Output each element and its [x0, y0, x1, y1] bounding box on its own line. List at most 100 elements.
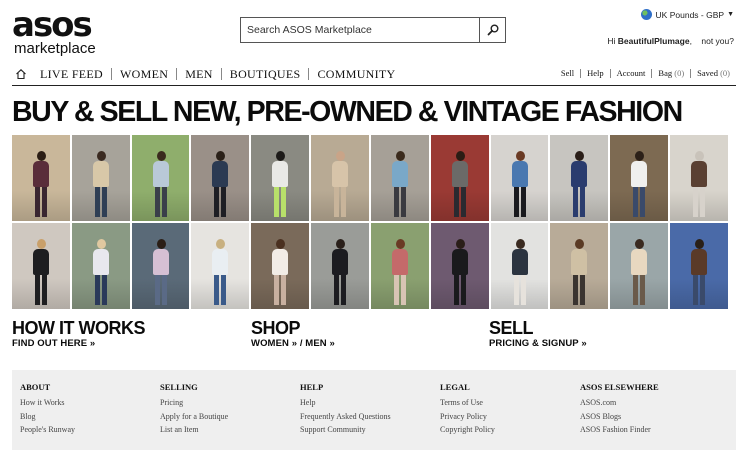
footer-link[interactable]: Apply for a Boutique: [160, 410, 228, 424]
fashion-photo-tile[interactable]: [670, 135, 728, 221]
model-figure: [92, 239, 110, 305]
fashion-photo-tile[interactable]: [131, 223, 190, 309]
home-icon[interactable]: [12, 65, 30, 83]
footer-link[interactable]: Support Community: [300, 423, 391, 437]
footer-col-asos-elsewhere: ASOS ELSEWHERE ASOS.com ASOS Blogs ASOS …: [580, 382, 659, 437]
not-you-link[interactable]: not you?: [701, 36, 734, 46]
footer-link[interactable]: ASOS.com: [580, 396, 659, 410]
nav-community[interactable]: COMMUNITY: [308, 67, 403, 80]
footer-heading: ASOS ELSEWHERE: [580, 382, 659, 392]
model-figure: [570, 239, 588, 305]
footer-link[interactable]: People's Runway: [20, 423, 75, 437]
model-figure: [152, 151, 170, 217]
model-figure: [152, 239, 170, 305]
fashion-photo-tile[interactable]: [191, 223, 250, 309]
model-figure: [211, 239, 229, 305]
fashion-photo-tile[interactable]: [430, 135, 489, 221]
model-figure: [391, 239, 409, 305]
model-figure: [32, 151, 50, 217]
fashion-photo-tile[interactable]: [12, 223, 70, 309]
logo-wordmark: asos: [12, 5, 93, 45]
globe-icon: [640, 9, 652, 20]
search-button[interactable]: [479, 18, 505, 42]
sell-section: SELL PRICING & SIGNUP »: [489, 318, 587, 349]
search-box: [240, 17, 506, 43]
footer-link[interactable]: List an Item: [160, 423, 228, 437]
model-figure: [451, 151, 469, 217]
greeting-prefix: Hi: [607, 36, 618, 46]
nav-account[interactable]: Account: [609, 69, 652, 78]
currency-label: UK Pounds - GBP: [655, 9, 725, 20]
footer-link[interactable]: Blog: [20, 410, 75, 424]
find-out-here-link[interactable]: FIND OUT HERE »: [12, 338, 145, 349]
nav-live-feed[interactable]: LIVE FEED: [34, 68, 111, 80]
pricing-signup-link[interactable]: PRICING & SIGNUP »: [489, 338, 587, 349]
model-figure: [331, 151, 349, 217]
fashion-photo-tile[interactable]: [670, 223, 728, 309]
footer-link[interactable]: Copyright Policy: [440, 423, 495, 437]
nav-help[interactable]: Help: [580, 69, 610, 78]
fashion-photo-tile[interactable]: [490, 223, 549, 309]
footer-heading: SELLING: [160, 382, 198, 392]
footer-link[interactable]: Pricing: [160, 396, 228, 410]
fashion-photo-tile[interactable]: [12, 135, 70, 221]
nav-saved[interactable]: Saved (0): [690, 69, 736, 78]
nav-bag[interactable]: Bag (0): [651, 69, 690, 78]
fashion-photo-tile[interactable]: [550, 135, 609, 221]
fashion-photo-tile[interactable]: [370, 135, 429, 221]
fashion-photo-tile[interactable]: [131, 135, 190, 221]
currency-selector[interactable]: UK Pounds - GBP ▼: [640, 9, 734, 20]
footer-col-selling: SELLING Pricing Apply for a Boutique Lis…: [160, 382, 228, 437]
fashion-photo-tile[interactable]: [370, 223, 429, 309]
search-input[interactable]: [241, 19, 479, 41]
model-figure: [32, 239, 50, 305]
shop-section: SHOP WOMEN » / MEN »: [251, 318, 335, 349]
footer-col-about: ABOUT How it Works Blog People's Runway: [20, 382, 75, 437]
fashion-photo-tile[interactable]: [251, 223, 310, 309]
model-figure: [570, 151, 588, 217]
user-greeting: Hi BeautifulPlumage, not you?: [607, 36, 734, 46]
chevron-down-icon: ▼: [727, 11, 734, 18]
fashion-photo-tile[interactable]: [610, 135, 669, 221]
shop-women-men-links[interactable]: WOMEN » / MEN »: [251, 338, 335, 349]
saved-count: (0): [720, 68, 730, 78]
fashion-photo-tile[interactable]: [191, 135, 250, 221]
footer-link[interactable]: ASOS Blogs: [580, 410, 659, 424]
footer-heading: HELP: [300, 382, 324, 392]
footer-link[interactable]: Terms of Use: [440, 396, 495, 410]
nav-sell[interactable]: Sell: [555, 69, 580, 78]
footer-link[interactable]: Help: [300, 396, 391, 410]
hero-headline: BUY & SELL NEW, PRE-OWNED & VINTAGE FASH…: [12, 96, 683, 128]
fashion-photo-tile[interactable]: [71, 223, 130, 309]
fashion-photo-tile[interactable]: [610, 223, 669, 309]
fashion-photo-tile[interactable]: [251, 135, 310, 221]
footer-link[interactable]: How it Works: [20, 396, 75, 410]
footer-link[interactable]: ASOS Fashion Finder: [580, 423, 659, 437]
nav-boutiques[interactable]: BOUTIQUES: [220, 67, 309, 80]
asos-marketplace-logo[interactable]: asos marketplace: [12, 8, 112, 58]
footer-col-help: HELP Help Frequently Asked Questions Sup…: [300, 382, 391, 437]
footer-col-legal: LEGAL Terms of Use Privacy Policy Copyri…: [440, 382, 495, 437]
nav-men[interactable]: MEN: [176, 67, 221, 80]
fashion-photo-tile[interactable]: [311, 223, 369, 309]
fashion-photo-tile[interactable]: [550, 223, 609, 309]
fashion-photo-tile[interactable]: [71, 135, 130, 221]
logo-subtitle: marketplace: [14, 40, 96, 57]
footer-link[interactable]: Privacy Policy: [440, 410, 495, 424]
model-figure: [511, 151, 529, 217]
model-figure: [630, 151, 648, 217]
how-it-works-title: HOW IT WORKS: [12, 318, 145, 338]
sell-title: SELL: [489, 318, 534, 338]
fashion-photo-tile[interactable]: [490, 135, 549, 221]
fashion-photo-tile[interactable]: [311, 135, 369, 221]
footer-heading: ABOUT: [20, 382, 51, 392]
model-figure: [451, 239, 469, 305]
model-figure: [630, 239, 648, 305]
model-figure: [92, 151, 110, 217]
model-figure: [271, 239, 289, 305]
model-figure: [690, 151, 708, 217]
fashion-photo-tile[interactable]: [430, 223, 489, 309]
footer-link[interactable]: Frequently Asked Questions: [300, 410, 391, 424]
nav-women[interactable]: WOMEN: [111, 67, 176, 80]
search-icon: [487, 24, 498, 36]
